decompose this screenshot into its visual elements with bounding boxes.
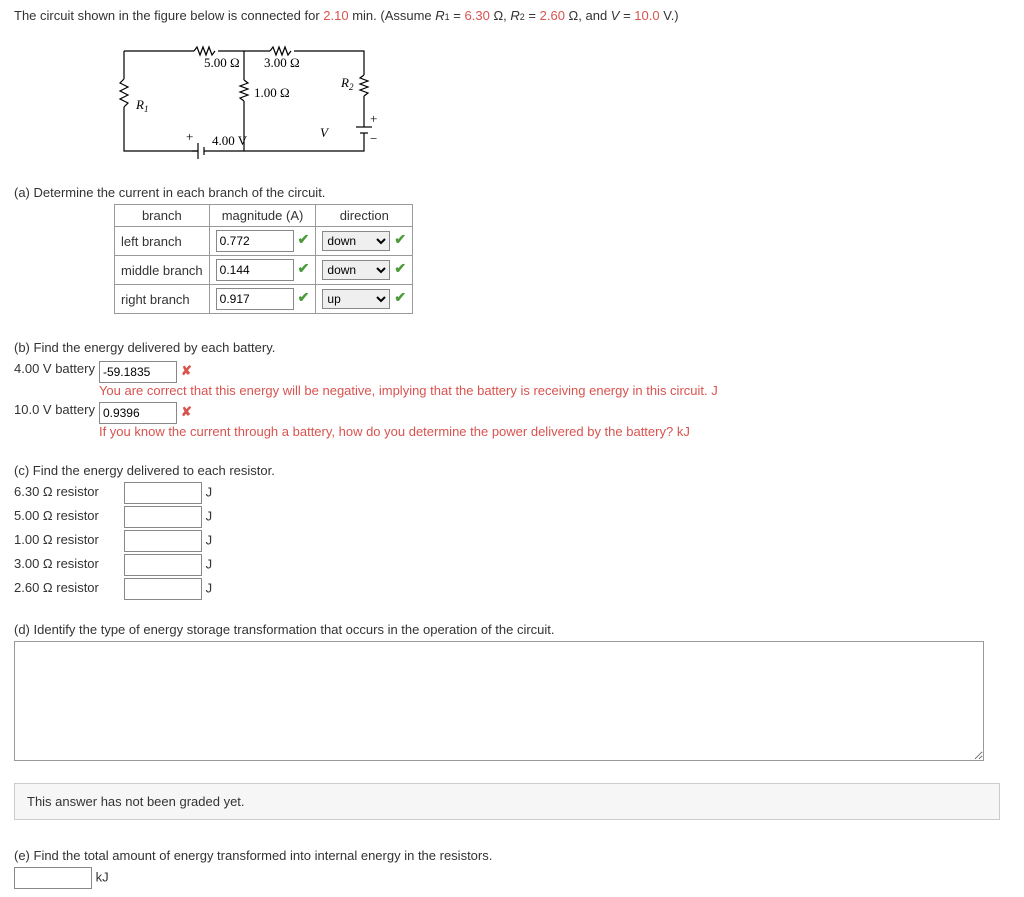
part-e-prompt: (e) Find the total amount of energy tran… — [14, 848, 1010, 863]
total-energy-input[interactable] — [14, 867, 92, 889]
v-unit: V.) — [660, 8, 679, 23]
part-c-rows: 6.30 Ω resistor J 5.00 Ω resistor J 1.00… — [14, 482, 1010, 600]
r2-value: 2.60 — [540, 8, 565, 23]
col-mag: magnitude (A) — [209, 205, 316, 227]
check-icon: ✔ — [394, 289, 406, 306]
table-row: middle branch ✔ down✔ — [115, 256, 413, 285]
r5-label: 5.00 Ω — [204, 55, 240, 70]
eq2: = — [525, 8, 540, 23]
table-row: right branch ✔ up✔ — [115, 285, 413, 314]
ohm1: Ω, — [490, 8, 511, 23]
unit: J — [206, 508, 213, 523]
resistor-energy-input[interactable] — [124, 554, 202, 576]
check-icon: ✔ — [298, 260, 310, 277]
check-icon: ✔ — [298, 231, 310, 248]
r1-symbol: R — [435, 8, 444, 23]
check-icon: ✔ — [394, 231, 406, 248]
c-label: 2.60 Ω resistor — [14, 580, 124, 595]
intro-mid1: min. (Assume — [349, 8, 436, 23]
unit-e: kJ — [96, 869, 109, 884]
unit: J — [206, 556, 213, 571]
unit: J — [206, 484, 213, 499]
cross-icon: ✘ — [181, 404, 192, 419]
table-row: left branch ✔ down✔ — [115, 227, 413, 256]
col-branch: branch — [115, 205, 210, 227]
direction-select[interactable]: down — [322, 260, 390, 280]
col-dir: direction — [316, 205, 413, 227]
part-a-prompt: (a) Determine the current in each branch… — [14, 185, 1010, 200]
cross-icon: ✘ — [181, 363, 192, 378]
part-d-prompt: (d) Identify the type of energy storage … — [14, 622, 1010, 637]
r1ohm-label: 1.00 Ω — [254, 85, 290, 100]
magnitude-input[interactable] — [216, 288, 294, 310]
magnitude-input[interactable] — [216, 259, 294, 281]
part-a-table: branch magnitude (A) direction left bran… — [114, 204, 413, 314]
energy-input-4v[interactable] — [99, 361, 177, 383]
r3-label: 3.00 Ω — [264, 55, 300, 70]
intro-prefix: The circuit shown in the figure below is… — [14, 8, 323, 23]
unit: J — [206, 532, 213, 547]
part-b-rows: 4.00 V battery ✘ You are correct that th… — [14, 359, 718, 441]
check-icon: ✔ — [394, 260, 406, 277]
grade-status: This answer has not been graded yet. — [14, 783, 1000, 820]
c-label: 6.30 Ω resistor — [14, 484, 124, 499]
direction-select[interactable]: up — [322, 289, 390, 309]
b-label-1: 4.00 V battery — [14, 359, 99, 400]
plus2: + — [370, 111, 377, 126]
branch-label: right branch — [115, 285, 210, 314]
R1-label: R1 — [135, 97, 148, 114]
v-value: 10.0 — [634, 8, 659, 23]
V-label: V — [320, 125, 330, 140]
part-c-prompt: (c) Find the energy delivered to each re… — [14, 463, 1010, 478]
circuit-diagram: 5.00 Ω 3.00 Ω 1.00 Ω R1 R2 4.00 V V + + … — [104, 31, 404, 171]
resistor-energy-input[interactable] — [124, 482, 202, 504]
essay-answer[interactable] — [14, 641, 984, 761]
feedback-10v: If you know the current through a batter… — [99, 424, 690, 439]
eq1: = — [450, 8, 465, 23]
minus2: − — [370, 131, 377, 146]
c-label: 5.00 Ω resistor — [14, 508, 124, 523]
magnitude-input[interactable] — [216, 230, 294, 252]
r2-symbol: R — [510, 8, 519, 23]
resistor-energy-input[interactable] — [124, 578, 202, 600]
direction-select[interactable]: down — [322, 231, 390, 251]
branch-label: left branch — [115, 227, 210, 256]
ohm2: Ω, and — [565, 8, 611, 23]
branch-label: middle branch — [115, 256, 210, 285]
check-icon: ✔ — [298, 289, 310, 306]
resistor-energy-input[interactable] — [124, 530, 202, 552]
resistor-energy-input[interactable] — [124, 506, 202, 528]
problem-statement: The circuit shown in the figure below is… — [14, 8, 1010, 23]
plus1: + — [186, 129, 193, 144]
R2-label: R2 — [340, 75, 354, 92]
feedback-4v: You are correct that this energy will be… — [99, 383, 718, 398]
c-label: 3.00 Ω resistor — [14, 556, 124, 571]
eq3: = — [619, 8, 634, 23]
energy-input-10v[interactable] — [99, 402, 177, 424]
time-value: 2.10 — [323, 8, 348, 23]
unit: J — [206, 580, 213, 595]
r1-value: 6.30 — [465, 8, 490, 23]
vsrc-label: 4.00 V — [212, 133, 248, 148]
part-b-prompt: (b) Find the energy delivered by each ba… — [14, 340, 1010, 355]
c-label: 1.00 Ω resistor — [14, 532, 124, 547]
b-label-2: 10.0 V battery — [14, 400, 99, 441]
